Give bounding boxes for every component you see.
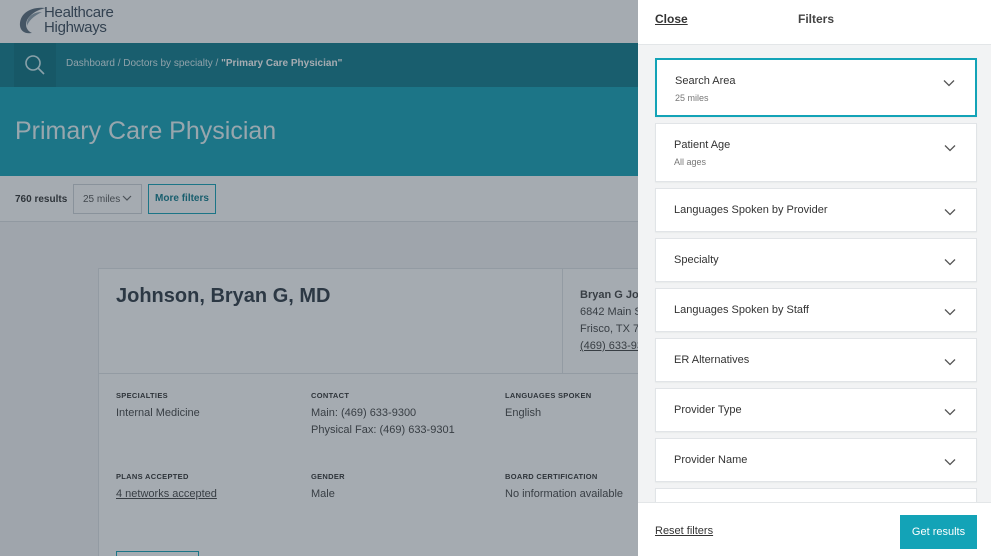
reset-filters-link[interactable]: Reset filters (655, 525, 713, 537)
filter-specialty[interactable]: Specialty (655, 238, 977, 282)
filter-value: All ages (674, 157, 707, 167)
chevron-down-icon (944, 259, 956, 266)
filter-provider-type[interactable]: Provider Type (655, 388, 977, 432)
chevron-down-icon (944, 209, 956, 216)
filter-label: Search Area (675, 75, 736, 87)
close-button[interactable]: Close (655, 12, 688, 26)
filter-patient-age[interactable]: Patient Age All ages (655, 123, 977, 182)
filter-languages-provider[interactable]: Languages Spoken by Provider (655, 188, 977, 232)
drawer-title: Filters (798, 12, 835, 26)
filter-label: Languages Spoken by Provider (674, 204, 828, 216)
chevron-down-icon (944, 309, 956, 316)
filter-search-area[interactable]: Search Area 25 miles (655, 58, 977, 117)
chevron-down-icon (944, 409, 956, 416)
filter-label: ER Alternatives (674, 354, 750, 366)
chevron-down-icon (944, 359, 956, 366)
filter-languages-staff[interactable]: Languages Spoken by Staff (655, 288, 977, 332)
filters-drawer: Close Filters Search Area 25 miles Patie… (638, 0, 991, 556)
filter-provider-name[interactable]: Provider Name (655, 438, 977, 482)
filter-value: 25 miles (675, 93, 709, 103)
filter-label: Provider Type (674, 404, 742, 416)
drawer-header: Close Filters (638, 0, 991, 45)
chevron-down-icon (944, 459, 956, 466)
modal-backdrop[interactable] (0, 0, 638, 556)
filter-er-alternatives[interactable]: ER Alternatives (655, 338, 977, 382)
chevron-down-icon (944, 145, 956, 152)
chevron-down-icon (943, 80, 955, 87)
filter-label: Specialty (674, 254, 719, 266)
drawer-footer: Reset filters Get results (638, 502, 991, 556)
get-results-button[interactable]: Get results (900, 515, 977, 549)
filter-label: Languages Spoken by Staff (674, 304, 809, 316)
filter-label: Patient Age (674, 139, 731, 151)
filter-label: Provider Name (674, 454, 748, 466)
